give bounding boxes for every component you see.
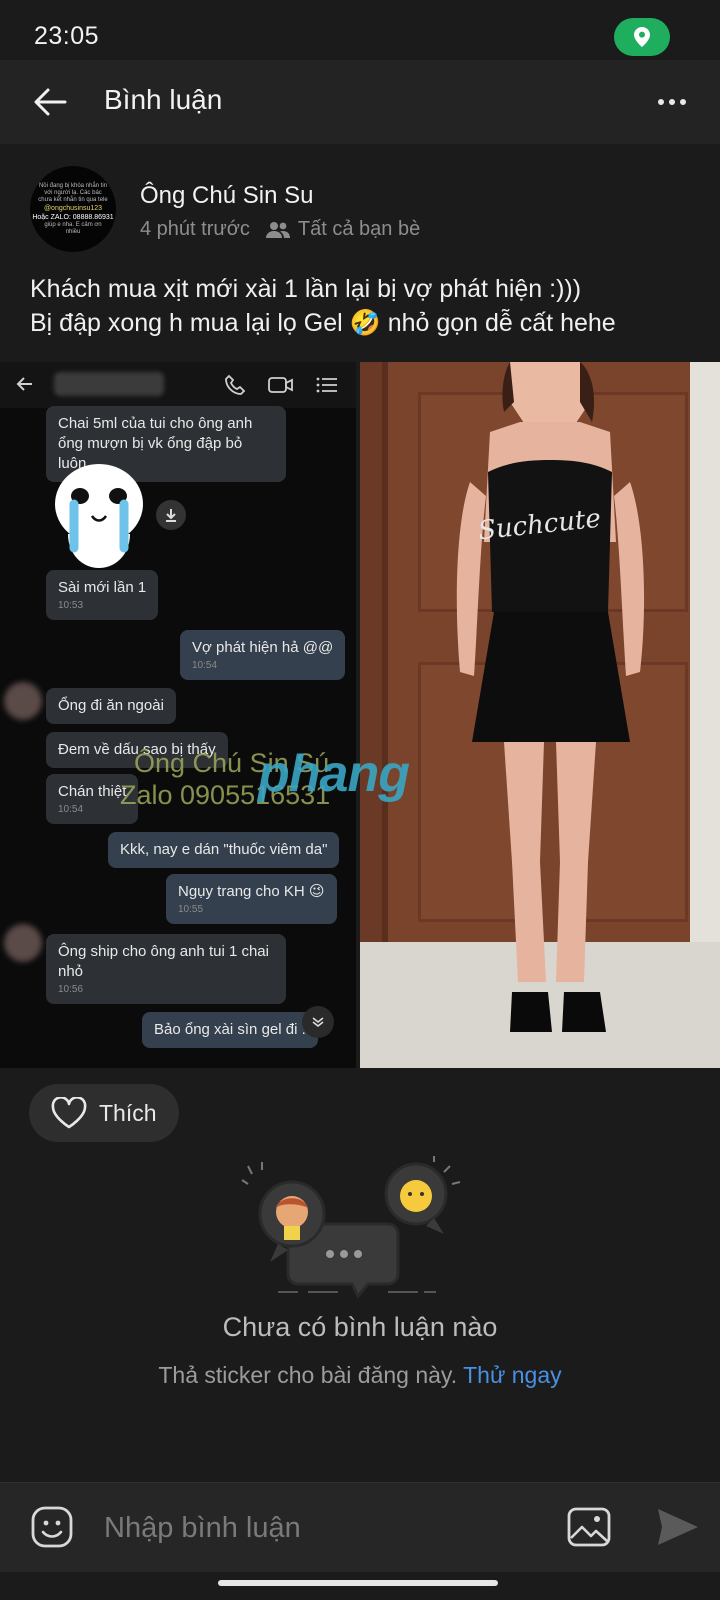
video-call-icon [268, 377, 293, 393]
comment-input[interactable]: Nhập bình luận [104, 1503, 524, 1553]
chat-text: Bảo ổng xài sìn gel đi . [154, 1021, 306, 1038]
smiley-sticker-icon [31, 1506, 73, 1548]
chat-text: Vợ phát hiện hả @@ [192, 639, 334, 656]
chat-time: 10:55 [178, 904, 204, 915]
empty-state-title: Chưa có bình luận nào [222, 1312, 498, 1342]
sticker-button[interactable] [30, 1505, 74, 1549]
person-figure [456, 362, 645, 1032]
image-icon [567, 1507, 611, 1547]
chat-bubble: Ông ship cho ông anh tui 1 chai nhỏ 10:5… [46, 934, 286, 1004]
post-image-chat[interactable]: Chai 5ml của tui cho ông anh ổng mượn bị… [0, 362, 356, 1068]
contact-avatar-blurred [4, 682, 42, 720]
chat-bubble: Ổng đi ăn ngoài [46, 688, 176, 724]
status-bar: 23:05 [0, 0, 720, 60]
send-button[interactable] [654, 1505, 700, 1549]
empty-comments-illustration [241, 1156, 461, 1299]
chat-text: Kkk, nay e dán "thuốc viêm da" [120, 841, 328, 858]
avatar-text: @ongchusinsu123 [43, 204, 103, 212]
chat-bubble: Bảo ổng xài sìn gel đi . [142, 1012, 318, 1048]
more-dot-icon [669, 99, 675, 105]
friends-icon [265, 221, 290, 239]
comment-bar: Nhập bình luận [0, 1482, 720, 1572]
more-options-button[interactable] [650, 82, 694, 122]
like-label: Thích [99, 1099, 157, 1126]
chevron-down-icon [312, 1017, 324, 1028]
post-text-line: Bị đập xong h mua lại lọ Gel 🤣 nhỏ gọn d… [30, 309, 616, 337]
empty-state-text: Thả sticker cho bài đăng này. [158, 1362, 458, 1388]
post-time: 4 phút trước [140, 218, 250, 240]
chat-text: Ông ship cho ông anh tui 1 chai nhỏ [58, 943, 269, 980]
chat-text: Ngụy trang cho KH 😉 [178, 883, 325, 900]
like-button[interactable]: Thích [29, 1084, 179, 1142]
chat-header [0, 362, 356, 408]
attach-image-button[interactable] [566, 1505, 612, 1549]
chat-text: Sài mới lần 1 [58, 579, 147, 596]
contact-name-blurred [54, 372, 164, 396]
post-content: Khách mua xịt mới xài 1 lần lại bị vợ ph… [30, 272, 700, 340]
watermark-logo: phang [258, 745, 410, 803]
status-time: 23:05 [34, 22, 100, 50]
author-name[interactable]: Ông Chú Sin Su [140, 182, 313, 210]
chat-bubble: Kkk, nay e dán "thuốc viêm da" [108, 832, 340, 868]
post-meta: 4 phút trước Tất cả bạn bè [140, 218, 420, 241]
page-title: Bình luận [104, 84, 223, 115]
chat-time: 10:54 [192, 660, 218, 671]
crying-sticker-icon [55, 464, 143, 568]
arrow-left-icon [34, 88, 67, 116]
chat-text: Ổng đi ăn ngoài [58, 697, 164, 714]
avatar-text: Nồi đang bị khóa nhắn tin với người lạ. … [38, 182, 108, 203]
avatar-text: Hoặc ZALO: 08888.86931 [32, 213, 114, 221]
download-button[interactable] [156, 500, 186, 530]
list-icon [316, 377, 337, 393]
download-icon [166, 509, 176, 522]
post-text-line: Khách mua xịt mới xài 1 lần lại bị vợ ph… [30, 275, 582, 303]
back-button[interactable] [28, 80, 72, 124]
chat-bubble: Vợ phát hiện hả @@ 10:54 [180, 630, 346, 680]
chat-time: 10:56 [58, 984, 84, 995]
heart-icon [51, 1097, 87, 1129]
more-dot-icon [658, 99, 664, 105]
location-indicator [614, 18, 670, 56]
post: Nồi đang bị khóa nhắn tin với người lạ. … [0, 144, 720, 1482]
app-header: Bình luận [0, 60, 720, 144]
author-avatar[interactable]: Nồi đang bị khóa nhắn tin với người lạ. … [30, 166, 116, 252]
post-image-photo[interactable]: Suchcute [360, 362, 720, 1068]
chat-text: Chán thiệt [58, 783, 127, 800]
scroll-down-button[interactable] [302, 1006, 334, 1038]
chat-time: 10:54 [58, 804, 84, 815]
post-audience: Tất cả bạn bè [297, 218, 421, 240]
try-now-link[interactable]: Thử ngay [463, 1362, 562, 1388]
home-indicator[interactable] [218, 1580, 498, 1586]
back-arrow-icon [16, 377, 32, 391]
chat-bubble: Sài mới lần 1 10:53 [46, 570, 159, 620]
chat-bubble: Ngụy trang cho KH 😉 10:55 [166, 874, 337, 924]
phone-icon [225, 374, 246, 395]
location-pin-icon [634, 27, 650, 47]
avatar-text: giúp e nha. E cảm ơn nhiều [44, 221, 102, 235]
empty-state-subtitle: Thả sticker cho bài đăng này. Thử ngay [0, 1362, 720, 1389]
send-icon [658, 1509, 698, 1545]
more-dot-icon [680, 99, 686, 105]
chat-time: 10:53 [58, 600, 84, 611]
system-nav-bar [0, 1572, 720, 1600]
contact-avatar-blurred [4, 924, 42, 962]
